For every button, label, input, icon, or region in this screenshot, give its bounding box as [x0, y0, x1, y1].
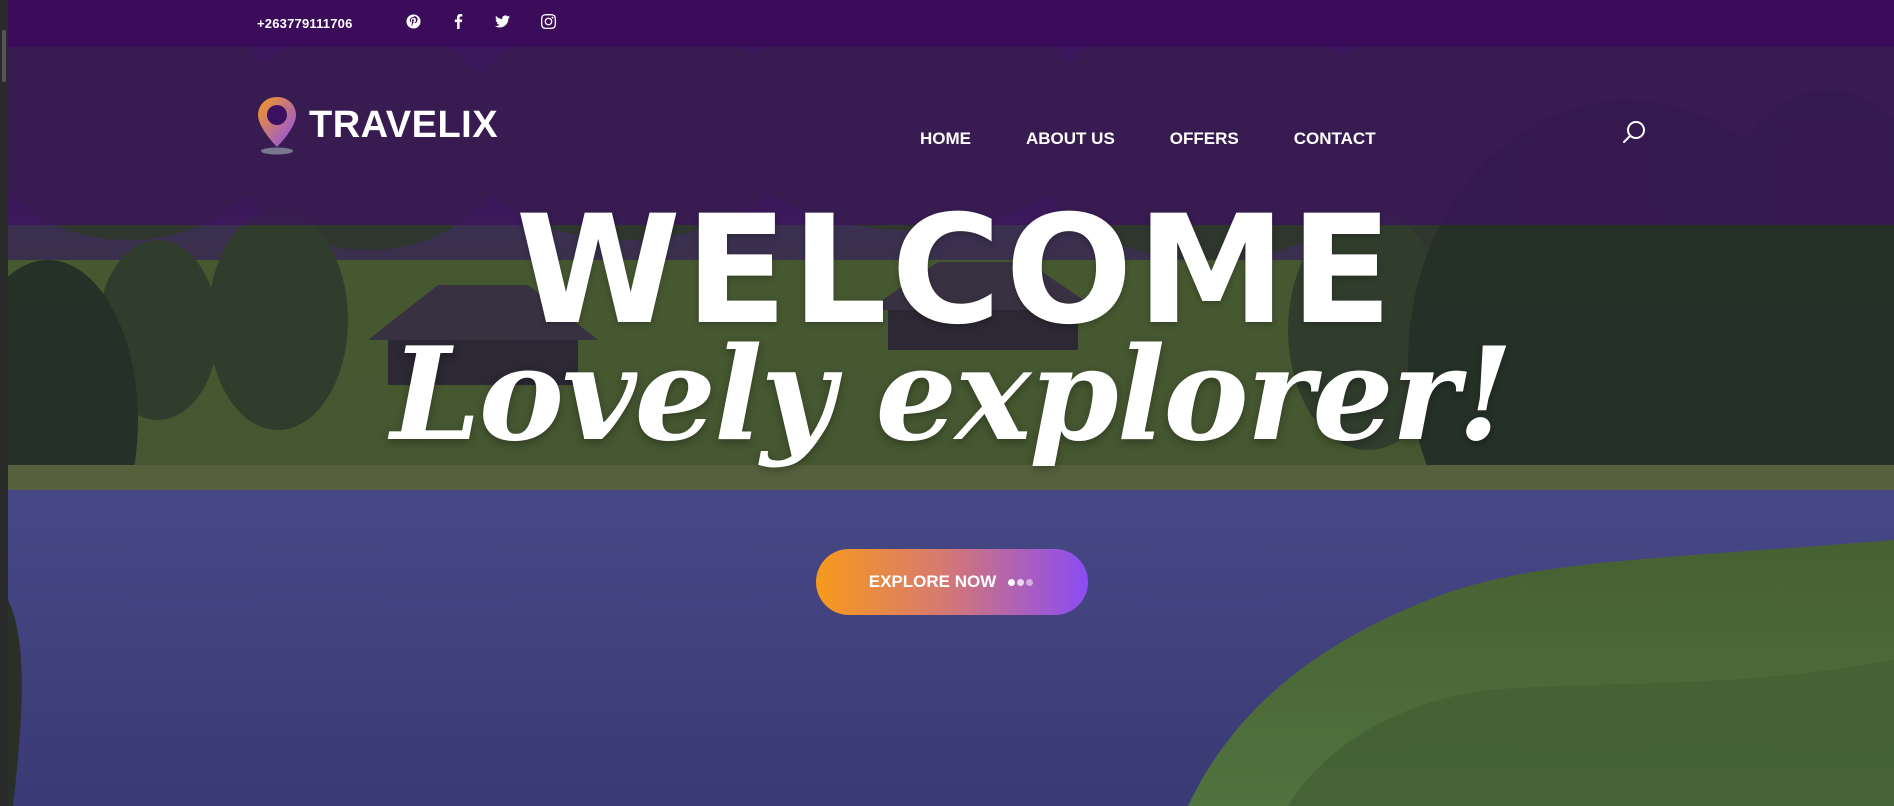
- facebook-link[interactable]: [449, 14, 467, 34]
- facebook-icon: [451, 14, 466, 34]
- top-bar: +263779111706: [8, 0, 1894, 47]
- explore-now-label: EXPLORE NOW: [868, 572, 997, 591]
- site-logo[interactable]: TRAVELIX: [255, 95, 498, 155]
- main-nav: HOME ABOUT US OFFERS CONTACT: [920, 129, 1431, 149]
- scrollbar-thumb[interactable]: [2, 30, 6, 82]
- nav-item-contact[interactable]: CONTACT: [1294, 129, 1376, 149]
- explore-now-button[interactable]: EXPLORE NOW: [816, 549, 1088, 615]
- dots-icon: [1008, 578, 1035, 586]
- search-icon[interactable]: [1620, 119, 1648, 147]
- logo-text: TRAVELIX: [309, 103, 499, 146]
- nav-item-about-us[interactable]: ABOUT US: [1026, 129, 1115, 149]
- pinterest-icon: [405, 14, 421, 34]
- twitter-icon: [494, 14, 510, 34]
- map-pin-icon: [255, 95, 301, 155]
- nav-item-home[interactable]: HOME: [920, 129, 971, 149]
- twitter-link[interactable]: [493, 15, 511, 33]
- pinterest-link[interactable]: [404, 14, 422, 34]
- instagram-icon: [540, 14, 556, 34]
- instagram-link[interactable]: [539, 14, 557, 34]
- window-scrollbar[interactable]: [0, 0, 8, 806]
- nav-item-offers[interactable]: OFFERS: [1170, 129, 1239, 149]
- hero-subheadline: Lovely explorer!: [390, 320, 1514, 470]
- page-viewport: +263779111706 TRAVELIX HOME ABOUT US OFF…: [8, 0, 1894, 806]
- phone-number[interactable]: +263779111706: [257, 16, 353, 31]
